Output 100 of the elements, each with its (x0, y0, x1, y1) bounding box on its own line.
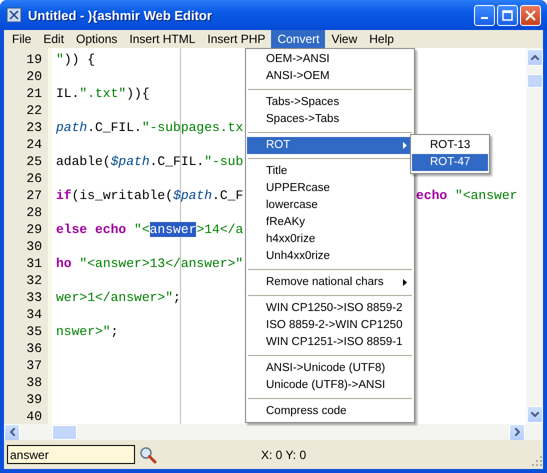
chevron-left-icon (10, 428, 14, 436)
menu-item[interactable]: Tabs->Spaces (247, 94, 413, 111)
code-token: path (56, 120, 88, 135)
search-field[interactable]: answer (7, 445, 135, 464)
line-number: 37 (25, 357, 43, 374)
code-token: nswer>" (56, 324, 111, 339)
menu-item[interactable]: Spaces->Tabs (247, 111, 413, 128)
line-number: 40 (25, 408, 43, 425)
line-number: 22 (25, 102, 43, 119)
code-token: >14</a (196, 222, 244, 237)
code-token: IL. (56, 86, 80, 101)
menu-item[interactable]: Title (247, 163, 413, 180)
code-token: wer>1</answer>" (56, 290, 174, 305)
line-number: 36 (25, 340, 43, 357)
code-token: ho (56, 256, 72, 271)
maximize-icon (502, 10, 513, 20)
line-number: 23 (25, 119, 43, 136)
chevron-up-icon (530, 55, 538, 60)
chevron-right-icon (514, 428, 520, 436)
submenu-arrow-icon (403, 142, 407, 149)
code-token: .C_FIL. (150, 154, 204, 169)
line-number: 20 (25, 68, 43, 85)
menu-item[interactable]: Remove national chars (247, 274, 413, 291)
code-token: adable( (56, 154, 111, 169)
menu-item[interactable]: fReAKy (247, 214, 413, 231)
close-icon (525, 10, 536, 20)
menu-item[interactable]: lowercase (247, 197, 413, 214)
line-number: 21 (25, 85, 43, 102)
menu-item[interactable]: ANSI->OEM (247, 68, 413, 85)
menu-item[interactable]: ISO 8859-2->WIN CP1250 (247, 317, 413, 334)
code-token: )){ (126, 86, 150, 101)
code-token: $path (110, 154, 150, 169)
line-number: 38 (25, 374, 43, 391)
code-token: if (56, 188, 72, 203)
menu-bar-item[interactable]: Insert HTML (123, 30, 202, 48)
menu-item[interactable]: h4xx0rize (247, 231, 413, 248)
line-number: 27 (25, 187, 43, 204)
line-number: 26 (25, 170, 43, 187)
menu-bar-item[interactable]: Options (70, 30, 124, 48)
cursor-position: X: 0 Y: 0 (261, 448, 308, 462)
menu-bar-item[interactable]: Edit (37, 30, 70, 48)
line-number: 25 (25, 153, 43, 170)
code-token: ".txt" (79, 86, 126, 101)
scroll-right-button[interactable] (509, 424, 525, 440)
line-number: 35 (25, 323, 43, 340)
menu-item[interactable]: ANSI->Unicode (UTF8) (247, 360, 413, 377)
line-number: 29 (25, 221, 43, 238)
menu-item[interactable]: ROT-47 (412, 154, 488, 171)
maximize-button[interactable] (497, 4, 518, 26)
menu-bar-item[interactable]: Convert (271, 30, 326, 48)
code-token: "< (133, 222, 150, 237)
submenu-arrow-icon (403, 279, 407, 286)
code-token: else echo (56, 222, 126, 237)
code-token: .C_FIL. (87, 120, 142, 135)
menu-item[interactable]: UPPERcase (247, 180, 413, 197)
scroll-down-button[interactable] (526, 406, 542, 423)
selected-text: answer (150, 222, 196, 237)
resize-grip-icon[interactable] (531, 455, 543, 467)
code-token: " (56, 52, 64, 67)
line-number: 31 (25, 255, 43, 272)
menu-item[interactable]: Compress code (247, 403, 413, 420)
line-number: 19 (25, 51, 43, 68)
chevron-down-icon (530, 412, 538, 417)
menu-bar-item[interactable]: View (325, 30, 364, 48)
menu-item[interactable]: ROT (247, 137, 413, 154)
code-token: $path (173, 188, 212, 203)
menu-bar-item[interactable]: Insert PHP (201, 30, 272, 48)
menu-item[interactable]: ROT-13 (412, 137, 488, 154)
code-token: ; (173, 290, 181, 305)
line-number: 30 (25, 238, 43, 255)
scroll-up-button[interactable] (526, 49, 542, 66)
line-number: 24 (25, 136, 43, 153)
menu-item[interactable]: OEM->ANSI (247, 51, 413, 68)
code-token: .C_F (212, 188, 244, 203)
code-token: echo (416, 187, 448, 204)
menu-item[interactable]: Unicode (UTF8)->ANSI (247, 377, 413, 394)
line-number: 34 (25, 306, 43, 323)
menu-bar-item[interactable]: Help (363, 30, 400, 48)
minimize-button[interactable] (474, 4, 495, 26)
scrollbar-thumb[interactable] (526, 74, 542, 88)
line-number: 39 (25, 391, 43, 408)
scroll-left-button[interactable] (4, 424, 20, 440)
line-number: 33 (25, 289, 43, 306)
code-token: (is_writable( (72, 188, 174, 203)
menu-item[interactable]: WIN CP1250->ISO 8859-2 (247, 300, 413, 317)
search-icon[interactable] (139, 446, 157, 464)
code-token: "-subpages.tx (142, 120, 244, 135)
code-token: "<answer>13</answer>" (78, 256, 244, 271)
code-token: "<answer (454, 187, 518, 204)
line-number: 32 (25, 272, 43, 289)
menu-item[interactable]: WIN CP1251->ISO 8859-1 (247, 334, 413, 351)
window-title: Untitled - ){ashmir Web Editor (28, 8, 213, 22)
menu-item[interactable]: Unh4xx0rize (247, 248, 413, 265)
close-button[interactable] (520, 4, 541, 26)
code-token: ; (110, 324, 118, 339)
menu-bar-item[interactable]: File (6, 30, 38, 48)
app-icon (6, 7, 22, 23)
scrollbar-thumb[interactable] (52, 424, 77, 440)
code-token: )) { (64, 52, 96, 67)
code-token: "-sub (204, 154, 244, 169)
